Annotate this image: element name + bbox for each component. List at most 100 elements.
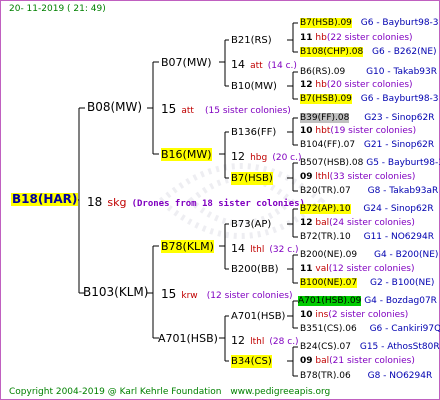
g4-queen[interactable]: B7(HSB).09 [300, 18, 352, 28]
g3-queen[interactable]: B34(CS) [231, 355, 272, 368]
g2-queen[interactable]: A701(HSB) [158, 332, 218, 345]
g4-code: hb [315, 80, 327, 90]
g4-mid-row: 10 ins(2 sister colonies) [300, 309, 408, 322]
g4-queen[interactable]: A701(HSB).09 [298, 296, 362, 306]
g4-breeder-info: G6 - Cankiri97Q [369, 324, 440, 334]
g4-queen[interactable]: B39(FF).08 [300, 113, 350, 123]
g4-queen[interactable]: B78(TR).06 [300, 371, 351, 381]
g2-note: (20 c.) [272, 153, 302, 163]
g4-breeder-info: G2 - B100(NE) [369, 278, 435, 288]
g4-top-row: B6(RS).09 G10 - Takab93R [300, 66, 437, 79]
site-link[interactable]: www.pedigreeapis.org [230, 387, 330, 397]
g2-note: (28 c.) [269, 337, 299, 347]
g4-breeder-info: G8 - Takab93aR [367, 186, 439, 196]
g4-count: 12 [300, 80, 313, 90]
g4-bottom-row: B72(TR).10 G11 - NO6294R [300, 231, 434, 244]
g2-queen[interactable]: B07(MW) [161, 56, 212, 69]
g1-note: (12 sister colonies) [206, 291, 293, 301]
g4-top-row: B39(FF).08 G23 - Sinop62R [300, 112, 434, 125]
g4-count: 10 [300, 126, 313, 136]
g1-queen[interactable]: B103(KLM) [83, 286, 148, 299]
g4-breeder-info: G23 - Sinop62R [364, 113, 435, 123]
g4-queen[interactable]: B104(FF).07 [300, 140, 355, 150]
g4-queen[interactable]: B7(HSB).09 [300, 94, 352, 104]
g4-top-row: A701(HSB).09 G4 - Bozdag07R [298, 295, 437, 308]
g4-count: 11 [300, 33, 313, 43]
g4-mid-row: 09 bal(21 sister colonies) [300, 355, 415, 368]
g4-breeder-info: G4 - Bozdag07R [364, 296, 437, 306]
g4-top-row: B72(AP).10 G24 - Sinop62R [300, 203, 434, 216]
g4-code: bal [315, 218, 330, 228]
g4-count: 09 [300, 356, 313, 366]
g2-queen[interactable]: B16(MW) [161, 148, 212, 161]
g4-queen[interactable]: B20(TR).07 [300, 186, 351, 196]
g2-info: 12 hbg (20 c.) [231, 148, 301, 165]
g4-queen[interactable]: B72(TR).10 [300, 232, 351, 242]
g4-breeder-info: G6 - B262(NE) [372, 47, 437, 57]
g4-bottom-row: B104(FF).07 G21 - Sinop62R [300, 139, 434, 152]
g2-code: lthl [250, 245, 265, 255]
g4-top-row: B24(CS).07 G15 - AthosSt80R [300, 341, 440, 354]
g4-note: (24 sister colonies) [329, 218, 415, 228]
g4-breeder-info: G8 - NO6294R [367, 371, 433, 381]
g1-note: (15 sister colonies) [205, 106, 291, 116]
g4-code: hb [315, 33, 327, 43]
g4-top-row: B507(HSB).08 G5 - Bayburt98-3 [300, 157, 440, 170]
g4-queen[interactable]: B100(NE).07 [300, 278, 358, 288]
g3-queen[interactable]: B7(HSB) [231, 172, 273, 185]
g4-mid-row: 11 val(12 sister colonies) [300, 263, 414, 276]
g2-count: 12 [231, 334, 245, 347]
g4-note: (21 sister colonies) [329, 356, 415, 366]
g4-queen[interactable]: B108(CHP).08 [300, 47, 364, 57]
g1-code: att [181, 106, 194, 116]
g2-code: hbg [250, 153, 268, 163]
g4-queen[interactable]: B507(HSB).08 [300, 158, 363, 168]
g4-queen[interactable]: B351(CS).06 [300, 324, 357, 334]
g4-note: (2 sister colonies) [328, 310, 409, 320]
g4-queen[interactable]: B72(AP).10 [300, 204, 351, 214]
g2-code: att [250, 61, 263, 71]
g1-count: 15 [161, 102, 177, 116]
g4-top-row: B7(HSB).09 G6 - Bayburt98-3 [300, 17, 439, 30]
date-header: 20- 11-2019 ( 21: 49) [9, 4, 106, 14]
g3-queen[interactable]: B73(AP) [231, 218, 271, 231]
g4-queen[interactable]: B6(RS).09 [300, 67, 345, 77]
g4-breeder-info: G5 - Bayburt98-3 [366, 158, 440, 168]
g2-info: 14 att (14 c.) [231, 56, 297, 73]
g4-note: (19 sister colonies) [330, 126, 417, 136]
g1-queen[interactable]: B08(MW) [87, 101, 142, 114]
root-code: skg [107, 196, 127, 209]
g2-note: (32 c.) [269, 245, 299, 255]
g2-note: (14 c.) [267, 61, 297, 71]
g4-top-row: B200(NE).09 G4 - B200(NE) [300, 249, 438, 262]
g3-queen[interactable]: B136(FF) [231, 126, 276, 139]
g4-breeder-info: G24 - Sinop62R [363, 204, 434, 214]
g2-count: 14 [231, 242, 245, 255]
g1-info: 15 krw (12 sister colonies) [161, 286, 292, 303]
g4-queen[interactable]: B200(NE).09 [300, 250, 357, 260]
g2-info: 12 lthl (28 c.) [231, 332, 299, 349]
g4-code: bal [315, 356, 330, 366]
g3-queen[interactable]: B21(RS) [231, 34, 272, 47]
g4-note: (20 sister colonies) [326, 80, 413, 90]
g4-breeder-info: G21 - Sinop62R [363, 140, 435, 150]
g1-info: 15 att (15 sister colonies) [161, 101, 291, 118]
g4-bottom-row: B78(TR).06 G8 - NO6294R [300, 370, 432, 383]
g4-bottom-row: B100(NE).07 G2 - B100(NE) [300, 277, 434, 290]
g4-count: 11 [300, 264, 313, 274]
root-queen[interactable]: B18(HAR) [11, 193, 79, 206]
g4-bottom-row: B108(CHP).08 G6 - B262(NE) [300, 46, 437, 59]
g3-queen[interactable]: B200(BB) [231, 263, 278, 276]
g2-count: 14 [231, 58, 245, 71]
g4-breeder-info: G10 - Takab93R [366, 67, 437, 77]
g4-breeder-info: G6 - Bayburt98-3 [360, 18, 439, 28]
g4-queen[interactable]: B24(CS).07 [300, 342, 351, 352]
g2-queen[interactable]: B78(KLM) [161, 240, 214, 253]
g4-count: 09 [300, 172, 313, 182]
g3-queen[interactable]: B10(MW) [231, 80, 277, 93]
g3-queen[interactable]: A701(HSB) [231, 310, 285, 323]
g4-mid-row: 10 hbt(19 sister colonies) [300, 125, 416, 138]
g4-note: (22 sister colonies) [326, 33, 413, 43]
g4-breeder-info: G4 - B200(NE) [373, 250, 439, 260]
g4-breeder-info: G6 - Bayburt98-3 [360, 94, 439, 104]
